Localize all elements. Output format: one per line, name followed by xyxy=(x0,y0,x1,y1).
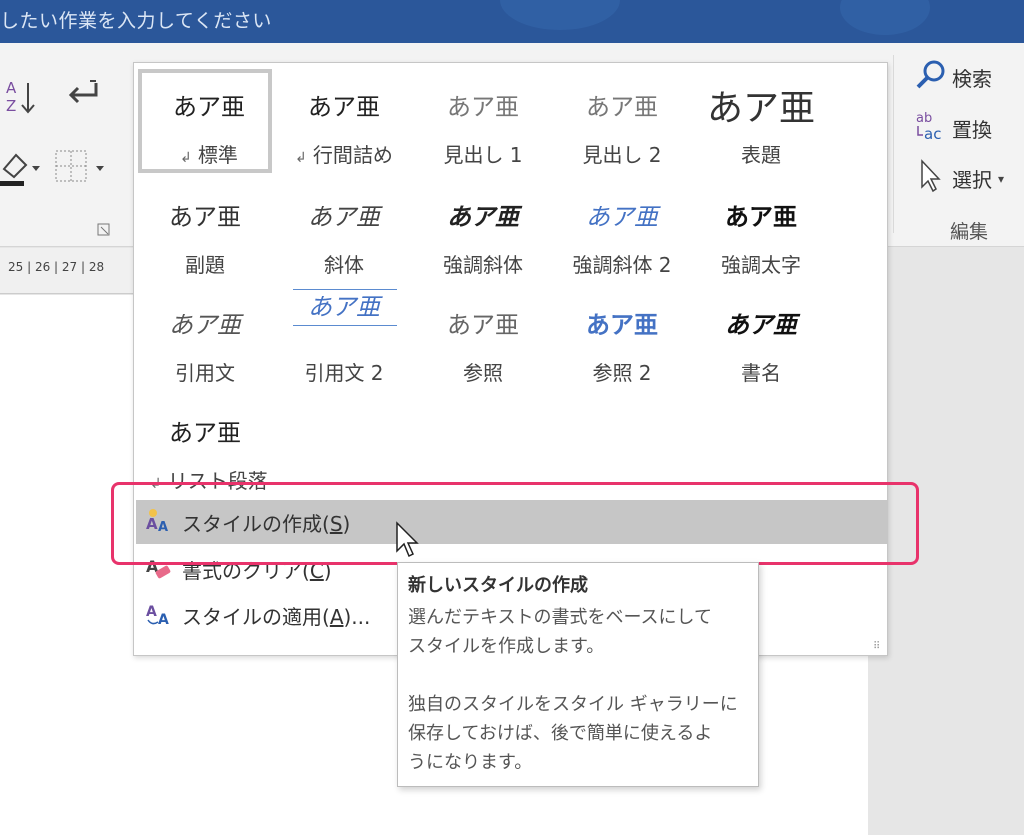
style-sample: あア亜 xyxy=(725,310,797,339)
paragraph-mark-icon[interactable] xyxy=(64,79,104,113)
style-name: 強調斜体 xyxy=(443,253,523,277)
style-name: 強調太字 xyxy=(721,253,801,277)
title-decoration xyxy=(500,0,620,30)
style-sample: あア亜 xyxy=(586,93,658,121)
paragraph-mark-icon: ↲ xyxy=(295,150,307,166)
style-sample: あア亜 xyxy=(725,202,797,231)
tooltip: 新しいスタイルの作成 選んだテキストの書式をベースにして スタイルを作成します。… xyxy=(397,562,759,787)
dialog-launcher-icon[interactable] xyxy=(97,223,111,237)
svg-text:A: A xyxy=(146,604,157,620)
style-name: ↲ 標準 xyxy=(180,143,238,167)
style-tile-intense-emphasis[interactable]: あア亜 強調斜体 2 xyxy=(555,179,689,283)
apply-styles-label: スタイルの適用(A)... xyxy=(182,604,371,629)
mouse-cursor-icon xyxy=(396,521,419,558)
style-tile-quote[interactable]: あア亜 引用文 xyxy=(138,287,272,391)
style-tile-heading-1[interactable]: あア亜 見出し 1 xyxy=(416,69,550,173)
style-sample: あア亜 xyxy=(308,203,380,231)
svg-text:A: A xyxy=(158,612,169,626)
style-tile-subtle-reference[interactable]: あア亜 参照 xyxy=(416,287,550,391)
search-icon xyxy=(914,59,952,96)
svg-text:ab: ab xyxy=(916,111,932,126)
find-label: 検索 xyxy=(952,67,992,91)
editing-group-label: 編集 xyxy=(950,221,989,243)
ruler-numbers: 25 | 26 | 27 | 28 xyxy=(8,260,105,274)
style-sample: あア亜 xyxy=(308,93,380,121)
style-sample: あア亜 xyxy=(447,311,519,339)
style-sample: あア亜 xyxy=(308,293,380,321)
style-name: ↲ 行間詰め xyxy=(295,143,393,167)
style-sample: あア亜 xyxy=(169,203,241,231)
tooltip-line: 選んだテキストの書式をベースにして xyxy=(408,607,713,628)
title-bar: したい作業を入力してください xyxy=(0,0,1024,43)
style-sample: あア亜 xyxy=(706,88,815,129)
select-button[interactable]: 選択 ▾ xyxy=(914,159,1004,198)
style-sample: あア亜 xyxy=(169,311,241,339)
tooltip-line: スタイルを作成します。 xyxy=(408,636,605,657)
style-name: 引用文 xyxy=(175,361,235,385)
tell-me-box[interactable]: したい作業を入力してください xyxy=(0,6,272,33)
style-name: 参照 xyxy=(463,361,503,385)
shading-icon[interactable] xyxy=(0,147,42,187)
resize-grip-icon[interactable]: ⠿ xyxy=(873,641,883,652)
style-sample: あア亜 xyxy=(169,419,241,447)
style-sample: あア亜 xyxy=(447,202,519,231)
style-name: 副題 xyxy=(185,253,225,277)
style-tile-subtitle[interactable]: あア亜 副題 xyxy=(138,179,272,283)
title-decoration xyxy=(840,0,930,35)
style-name: 引用文 2 xyxy=(304,361,384,385)
highlight-annotation xyxy=(111,482,919,565)
style-name: 斜体 xyxy=(324,253,364,277)
style-tile-book-title[interactable]: あア亜 書名 xyxy=(694,287,828,391)
style-tile-intense-reference[interactable]: あア亜 参照 2 xyxy=(555,287,689,391)
style-tile-intense-quote[interactable]: あア亜 引用文 2 xyxy=(277,287,411,391)
style-name: 表題 xyxy=(741,143,781,167)
find-button[interactable]: 検索 xyxy=(914,59,992,96)
style-tile-no-spacing[interactable]: あア亜 ↲ 行間詰め xyxy=(277,69,411,173)
style-sample: あア亜 xyxy=(586,310,658,339)
svg-text:A: A xyxy=(6,79,17,97)
svg-text:ac: ac xyxy=(924,125,941,143)
style-tile-emphasis[interactable]: あア亜 強調斜体 xyxy=(416,179,550,283)
cursor-arrow-icon xyxy=(914,159,952,198)
style-name: 見出し 1 xyxy=(443,143,523,167)
tooltip-line: 保存しておけば、後で簡単に使えるよ xyxy=(408,723,713,744)
sort-icon[interactable]: A Z xyxy=(4,77,38,117)
style-name: 書名 xyxy=(741,361,781,385)
chevron-down-icon: ▾ xyxy=(998,171,1005,186)
style-sample: あア亜 xyxy=(586,203,658,231)
style-sample: あア亜 xyxy=(173,93,245,121)
tooltip-line: うになります。 xyxy=(408,752,533,773)
style-tile-subtle-emphasis[interactable]: あア亜 斜体 xyxy=(277,179,411,283)
style-name: 見出し 2 xyxy=(582,143,662,167)
replace-icon: ab ac xyxy=(914,109,952,148)
apply-styles-icon: AA xyxy=(136,600,182,631)
style-tile-heading-2[interactable]: あア亜 見出し 2 xyxy=(555,69,689,173)
tooltip-title: 新しいスタイルの作成 xyxy=(408,575,588,596)
style-tile-title[interactable]: あア亜 表題 xyxy=(694,69,828,173)
paragraph-mark-icon: ↲ xyxy=(180,150,192,166)
style-tile-strong[interactable]: あア亜 強調太字 xyxy=(694,179,828,283)
borders-icon[interactable] xyxy=(54,147,110,187)
style-tile-normal[interactable]: あア亜 ↲ 標準 xyxy=(138,69,272,173)
quote-border-line xyxy=(293,325,397,326)
svg-text:Z: Z xyxy=(6,97,16,115)
replace-button[interactable]: ab ac 置換 xyxy=(914,109,992,148)
style-name: 参照 2 xyxy=(592,361,652,385)
style-sample: あア亜 xyxy=(447,93,519,121)
tooltip-line: 独自のスタイルをスタイル ギャラリーに xyxy=(408,694,738,715)
select-label: 選択 xyxy=(952,168,992,192)
horizontal-ruler: 25 | 26 | 27 | 28 xyxy=(0,248,140,294)
group-separator xyxy=(893,55,894,233)
style-name: 強調斜体 2 xyxy=(572,253,672,277)
replace-label: 置換 xyxy=(952,118,992,142)
